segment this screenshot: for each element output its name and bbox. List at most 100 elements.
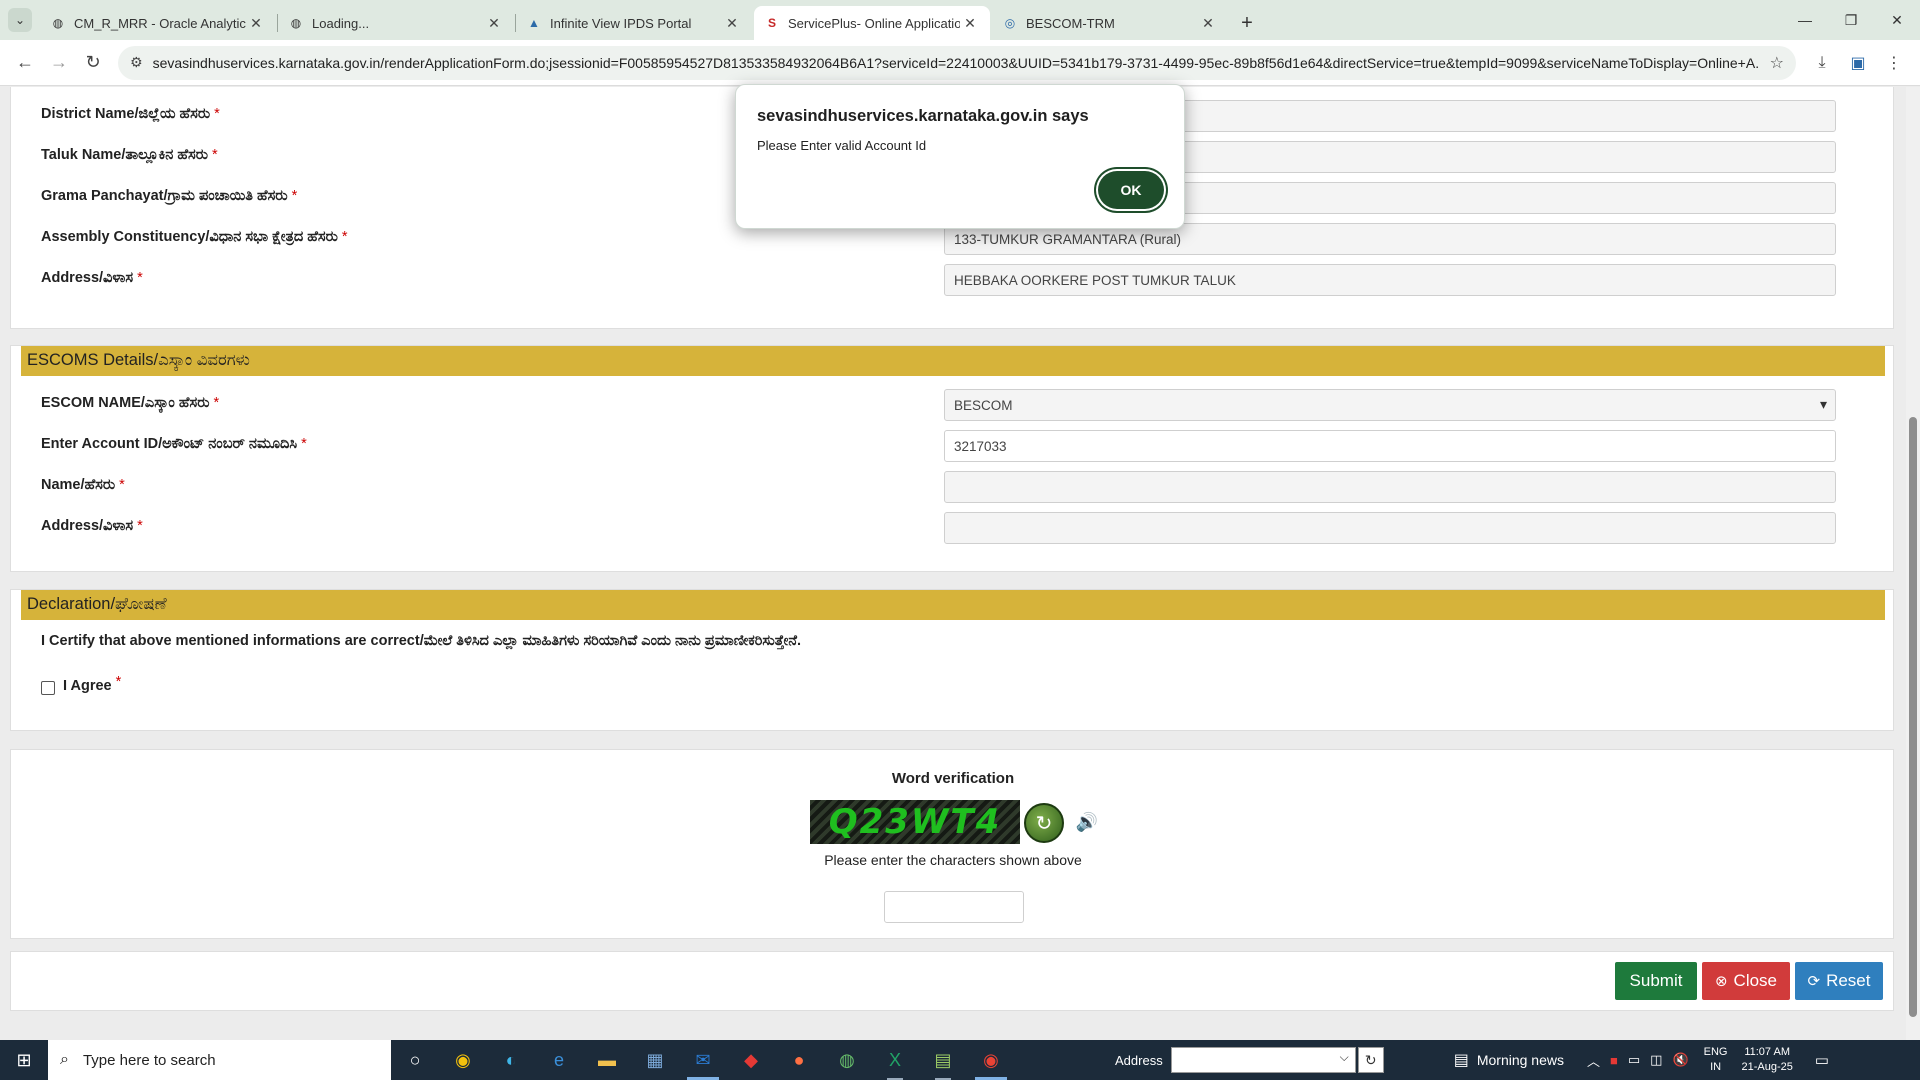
outlook-icon[interactable]: ✉ <box>679 1040 727 1080</box>
wifi-icon[interactable]: ◫ <box>1650 1052 1662 1068</box>
field-label: Enter Account ID/ಅಕೌಂಟ್ ನಂಬರ್ ನಮೂದಿಸಿ * <box>41 436 307 452</box>
browser-tab-3[interactable]: ▲ Infinite View IPDS Portal ✕ <box>516 6 752 40</box>
extension-icon[interactable]: ▣ <box>1840 46 1876 80</box>
close-icon[interactable]: ✕ <box>1198 15 1218 32</box>
browser-tab-2[interactable]: ◍ Loading... ✕ <box>278 6 516 40</box>
tab-search-button[interactable]: ⌄ <box>0 0 40 40</box>
captcha-input[interactable] <box>884 891 1024 923</box>
system-tray: ︿ ■ ▭ ◫ 🔇 <box>1582 1051 1694 1070</box>
chrome-active-icon[interactable]: ◉ <box>967 1040 1015 1080</box>
windows-start-icon[interactable]: ⊞ <box>0 1040 48 1080</box>
chrome-icon[interactable]: ◉ <box>439 1040 487 1080</box>
captcha-panel: Word verification Q23WT4 ↻ 🔊 Please ente… <box>10 749 1894 939</box>
notification-icon[interactable]: ▭ <box>1807 1051 1837 1069</box>
bookmark-star-icon[interactable]: ☆ <box>1770 53 1784 73</box>
more-menu-icon[interactable]: ⋮ <box>1876 46 1912 80</box>
new-tab-button[interactable]: + <box>1230 6 1264 40</box>
browser-tab-4[interactable]: S ServicePlus- Online Application ✕ <box>754 6 990 40</box>
file-explorer-icon[interactable]: ▬ <box>583 1040 631 1080</box>
close-icon[interactable]: ✕ <box>960 15 980 32</box>
search-icon: ⌕ <box>60 1051 69 1068</box>
acrobat-icon[interactable]: ◆ <box>727 1040 775 1080</box>
form-row-address: Address/ವಿಳಾಸ * HEBBAKA OORKERE POST TUMK… <box>41 264 1871 298</box>
forward-arrow-icon[interactable]: → <box>42 46 76 80</box>
agree-label: I Agree * <box>63 674 122 694</box>
account-id-input[interactable]: 3217033 <box>944 430 1836 462</box>
tab-title: BESCOM-TRM <box>1026 15 1115 31</box>
taskbar-search[interactable]: ⌕ Type here to search <box>48 1040 391 1080</box>
field-label: Address/ವಿಳಾಸ * <box>41 518 143 534</box>
address-bar[interactable]: ⚙ sevasindhuservices.karnataka.gov.in/re… <box>118 45 1796 80</box>
news-widget[interactable]: ▤ Morning news <box>1454 1050 1564 1070</box>
browser-tab-strip: ⌄ ◍ CM_R_MRR - Oracle Analytics P ✕ ◍ Lo… <box>0 0 1920 40</box>
clock-time: 11:07 AM <box>1744 1046 1790 1058</box>
name-field[interactable] <box>944 471 1836 503</box>
news-label: Morning news <box>1476 1052 1564 1068</box>
alert-dialog: sevasindhuservices.karnataka.gov.in says… <box>735 84 1185 229</box>
dialog-message: Please Enter valid Account Id <box>757 138 927 153</box>
network-icon[interactable]: ▭ <box>1628 1052 1640 1068</box>
refresh-icon[interactable]: ↻ <box>1357 1047 1384 1073</box>
address-field[interactable]: HEBBAKA OORKERE POST TUMKUR TALUK <box>944 264 1836 296</box>
restore-icon[interactable]: ❐ <box>1828 0 1874 40</box>
browser-tab-5[interactable]: ◎ BESCOM-TRM ✕ <box>992 6 1228 40</box>
calculator-icon[interactable]: ▦ <box>631 1040 679 1080</box>
field-label: Address/ವಿಳಾಸ * <box>41 270 143 286</box>
speaker-icon[interactable]: 🔊 <box>1075 810 1099 834</box>
region-code: IN <box>1710 1061 1722 1073</box>
agree-checkbox[interactable] <box>41 681 55 695</box>
site-info-icon[interactable]: ⚙ <box>130 54 143 71</box>
section-heading-escom: ESCOMS Details/ಎಸ್ಕಾಂ ವಿವರಗಳು <box>21 346 1885 376</box>
clock[interactable]: 11:07 AM 21-Aug-25 <box>1741 1045 1792 1075</box>
captcha-title: Word verification <box>891 770 1015 787</box>
globe-icon: ◍ <box>52 16 64 30</box>
declaration-text: I Certify that above mentioned informati… <box>41 633 802 649</box>
network-globe-icon[interactable]: ◍ <box>823 1040 871 1080</box>
close-icon[interactable]: ✕ <box>722 15 742 32</box>
scrollbar-thumb[interactable] <box>1909 417 1917 1017</box>
form-row-escom-address: Address/ವಿಳಾಸ * <box>41 512 1871 546</box>
browser-toolbar: ← → ↻ ⚙ sevasindhuservices.karnataka.gov… <box>0 40 1920 86</box>
task-view-icon[interactable]: ○ <box>391 1040 439 1080</box>
reset-button[interactable]: ⟳ Reset <box>1795 962 1883 1000</box>
close-icon[interactable]: ✕ <box>1874 0 1920 40</box>
close-button[interactable]: ⊗ Close <box>1702 962 1790 1000</box>
language-indicator[interactable]: ENG IN <box>1704 1045 1728 1075</box>
globe-icon: ◍ <box>290 16 302 30</box>
remote-app-icon[interactable]: ▤ <box>919 1040 967 1080</box>
field-label: Grama Panchayat/ಗ್ರಾಮ ಪಂಚಾಯಿತಿ ಹೆಸರು * <box>41 188 298 204</box>
page-content: District Name/ಜಿಲ್ಲೆಯ ಹೆಸರು * Taluk Name/… <box>0 87 1906 1040</box>
refresh-icon[interactable]: ↻ <box>1024 803 1064 843</box>
field-label: District Name/ಜಿಲ್ಲೆಯ ಹೆಸರು * <box>41 106 220 122</box>
form-row-escom-name: ESCOM NAME/ಎಸ್ಕಾಂ ಹೆಸರು * BESCOM <box>41 389 1871 423</box>
dialog-ok-button[interactable]: OK <box>1098 171 1164 209</box>
escom-name-select[interactable]: BESCOM <box>944 389 1836 421</box>
volume-muted-icon[interactable]: 🔇 <box>1672 1052 1688 1068</box>
url-text: sevasindhuservices.karnataka.gov.in/rend… <box>152 54 1760 71</box>
antivirus-icon[interactable]: ■ <box>1610 1053 1618 1068</box>
minimize-icon[interactable]: — <box>1782 0 1828 40</box>
edge-icon[interactable]: ◐ <box>487 1040 535 1080</box>
news-icon: ▤ <box>1453 1052 1469 1069</box>
window-controls: — ❐ ✕ <box>1782 0 1920 40</box>
tab-title: Infinite View IPDS Portal <box>550 15 692 31</box>
chevron-up-icon[interactable]: ︿ <box>1587 1051 1600 1070</box>
page-scrollbar[interactable] <box>1906 87 1920 1040</box>
back-arrow-icon[interactable]: ← <box>8 46 42 80</box>
close-icon[interactable]: ✕ <box>246 15 266 32</box>
windows-taskbar: ⊞ ⌕ Type here to search ○ ◉ ◐ e ▬ ▦ ✉ ◆ … <box>0 1040 1920 1080</box>
close-circle-icon: ⊗ <box>1714 973 1728 990</box>
browser-tab-1[interactable]: ◍ CM_R_MRR - Oracle Analytics P ✕ <box>40 6 278 40</box>
internet-explorer-icon[interactable]: e <box>535 1040 583 1080</box>
download-icon[interactable]: ⤓ <box>1804 46 1840 80</box>
app-icon[interactable]: ● <box>775 1040 823 1080</box>
portal-icon: ▲ <box>528 16 540 30</box>
submit-button[interactable]: Submit <box>1615 962 1697 1000</box>
close-icon[interactable]: ✕ <box>484 15 504 32</box>
escom-address-field[interactable] <box>944 512 1836 544</box>
form-row-name: Name/ಹೆಸರು * <box>41 471 1871 505</box>
captcha-hint: Please enter the characters shown above <box>824 852 1082 868</box>
excel-icon[interactable]: X <box>871 1040 919 1080</box>
reload-icon[interactable]: ↻ <box>76 46 110 80</box>
taskbar-address-input[interactable] <box>1170 1047 1356 1073</box>
